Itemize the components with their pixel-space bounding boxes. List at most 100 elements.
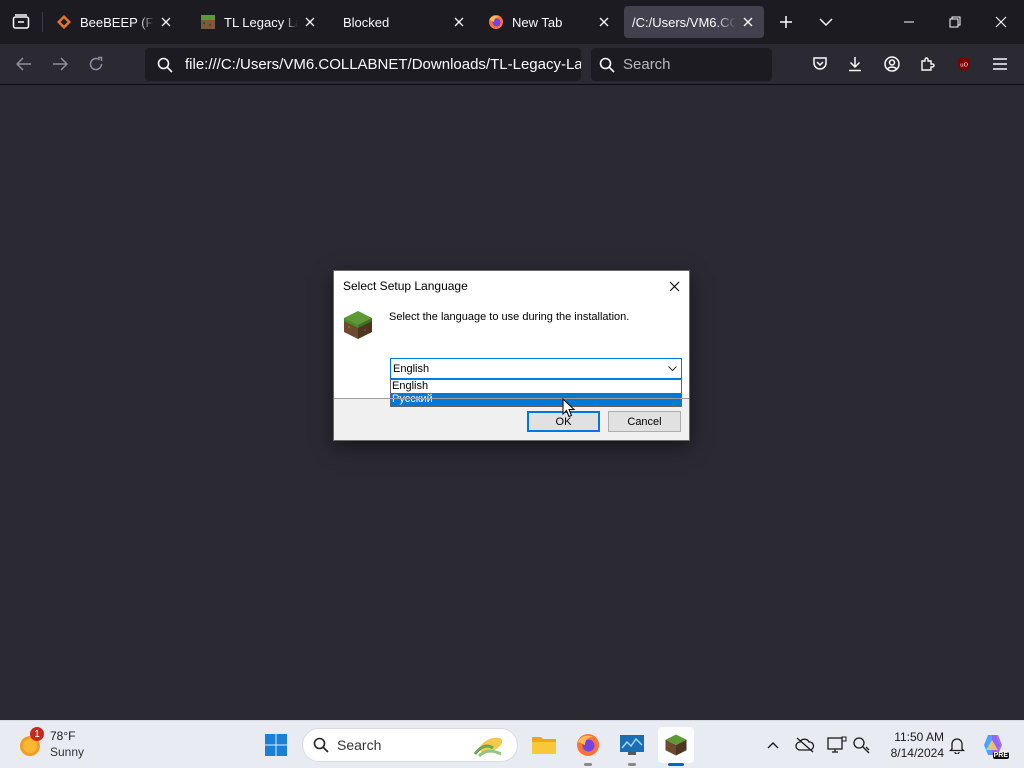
reload-icon	[89, 56, 103, 71]
cancel-button[interactable]: Cancel	[608, 411, 681, 432]
close-icon[interactable]	[451, 14, 467, 30]
bell-icon	[949, 738, 965, 754]
close-icon	[669, 281, 679, 291]
weather-condition: Sunny	[50, 745, 85, 759]
close-icon	[995, 16, 1007, 28]
list-all-tabs-button[interactable]	[806, 0, 846, 44]
tab-title: Blocked	[343, 14, 390, 30]
dialog-title: Select Setup Language	[343, 279, 468, 293]
account-button[interactable]	[876, 48, 908, 80]
language-select[interactable]: English	[390, 358, 682, 379]
copilot-button[interactable]: PRE	[979, 733, 1009, 759]
close-icon[interactable]	[158, 14, 174, 30]
minecraft-grass-icon	[200, 14, 216, 30]
puzzle-piece-icon	[921, 57, 935, 71]
dialog-separator	[334, 398, 689, 399]
dialog-prompt: Select the language to use during the in…	[389, 311, 630, 323]
close-icon[interactable]	[740, 14, 756, 30]
corn-highlight-icon	[473, 737, 503, 758]
folder-icon	[532, 737, 556, 754]
running-indicator	[584, 763, 592, 766]
performance-monitor-icon	[620, 735, 644, 755]
restore-icon	[949, 16, 961, 28]
new-tab-button[interactable]	[766, 0, 806, 44]
language-dropdown-list: English Русский	[390, 379, 682, 407]
network-button[interactable]	[850, 733, 874, 757]
notification-badge: 1	[30, 727, 44, 741]
tab-strip: BeeBEEP (Free Office Messenger) TL Legac…	[0, 0, 1024, 44]
tab-divider	[42, 12, 43, 32]
minimize-icon	[904, 21, 914, 23]
firefox-view-button[interactable]	[0, 0, 42, 44]
svg-text:uO: uO	[960, 63, 968, 69]
dialog-titlebar: Select Setup Language	[334, 271, 689, 301]
plus-icon	[780, 16, 792, 28]
beebeep-icon	[56, 14, 72, 30]
address-bar[interactable]: file:///C:/Users/VM6.COLLABNET/Downloads…	[145, 48, 581, 81]
arrow-left-icon	[16, 57, 31, 71]
tab-title: New Tab	[512, 14, 563, 30]
search-icon	[313, 737, 329, 753]
tab-title: TL Legacy Launcher	[224, 14, 298, 30]
app-menu-button[interactable]	[984, 48, 1016, 80]
dialog-close-button[interactable]	[663, 275, 685, 297]
windows-logo-icon	[265, 734, 287, 756]
start-button[interactable]	[258, 727, 294, 763]
display-icon	[827, 736, 847, 753]
language-select-value: English	[393, 362, 430, 375]
tab-file-active[interactable]: /C:/Users/VM6.COLLABNET/Downloads/	[624, 6, 764, 38]
search-placeholder: Search	[623, 56, 671, 73]
tab-title: BeeBEEP (Free Office Messenger)	[80, 14, 154, 30]
tab-beebeep[interactable]: BeeBEEP (Free Office Messenger)	[48, 6, 182, 38]
reload-button[interactable]	[80, 48, 112, 80]
restore-button[interactable]	[935, 0, 975, 44]
tab-new-tab[interactable]: New Tab	[480, 6, 620, 38]
running-indicator	[628, 763, 636, 766]
chevron-down-icon	[819, 18, 833, 27]
account-icon	[884, 56, 900, 72]
navigation-toolbar: file:///C:/Users/VM6.COLLABNET/Downloads…	[0, 44, 1024, 85]
taskbar-search-box[interactable]: Search	[302, 728, 518, 762]
close-icon[interactable]	[302, 14, 318, 30]
ublock-origin-button[interactable]: uO	[948, 48, 980, 80]
display-button[interactable]	[825, 733, 849, 757]
arrow-right-icon	[53, 57, 68, 71]
clock-time: 11:50 AM	[894, 730, 944, 744]
tab-tl-legacy[interactable]: TL Legacy Launcher	[192, 6, 326, 38]
file-explorer-button[interactable]	[526, 727, 562, 763]
onedrive-button[interactable]	[793, 733, 817, 757]
language-option-english[interactable]: English	[391, 380, 681, 393]
tab-blocked[interactable]: Blocked	[335, 6, 475, 38]
firefox-taskbar-button[interactable]	[570, 727, 606, 766]
back-button[interactable]	[8, 48, 40, 80]
forward-button[interactable]	[44, 48, 76, 80]
firefox-view-icon	[12, 14, 30, 29]
close-window-button[interactable]	[981, 0, 1021, 44]
extensions-button[interactable]	[912, 48, 944, 80]
language-option-russian[interactable]: Русский	[391, 393, 681, 406]
running-indicator	[668, 763, 684, 766]
ublock-origin-icon: uO	[958, 57, 970, 71]
pocket-button[interactable]	[804, 48, 836, 80]
downloads-button[interactable]	[839, 48, 871, 80]
minimize-button[interactable]	[889, 0, 929, 44]
chevron-up-icon	[767, 742, 779, 749]
pocket-icon	[813, 57, 827, 70]
clock-date: 8/14/2024	[890, 746, 944, 760]
system-clock[interactable]: 11:50 AM 8/14/2024	[878, 729, 944, 761]
cloud-offline-icon	[795, 737, 815, 753]
chevron-down-icon[interactable]	[663, 359, 681, 378]
minecraft-grass-block-icon	[665, 734, 687, 756]
tl-launcher-setup-button[interactable]	[658, 727, 694, 766]
search-bar[interactable]: Search	[591, 48, 772, 81]
tab-title: /C:/Users/VM6.COLLABNET/Downloads/	[632, 14, 736, 30]
weather-temperature: 78°F	[50, 729, 76, 743]
close-icon[interactable]	[596, 14, 612, 30]
download-icon	[849, 57, 861, 72]
weather-widget[interactable]: 1 78°F Sunny	[18, 727, 138, 764]
notifications-button[interactable]	[945, 733, 969, 757]
hamburger-menu-icon	[993, 58, 1007, 70]
monitor-app-button[interactable]	[614, 727, 650, 766]
network-status-icon	[853, 737, 870, 754]
show-hidden-icons-button[interactable]	[761, 733, 785, 757]
